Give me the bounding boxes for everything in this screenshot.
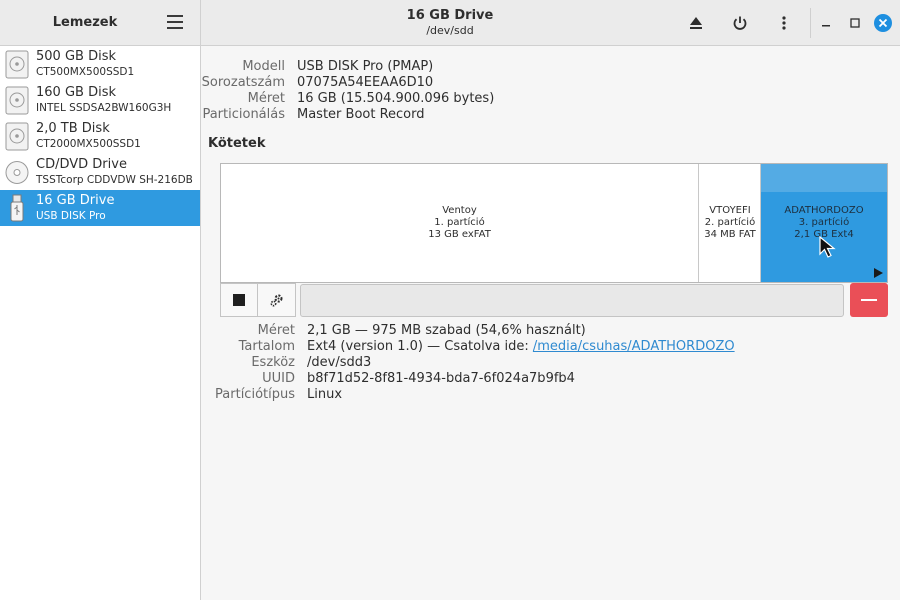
disk-name: 160 GB Disk [36,85,116,100]
delete-partition-button[interactable] [850,283,888,317]
disk-model: USB DISK Pro [36,210,106,222]
disk-model: CT500MX500SSD1 [36,66,135,78]
minimize-icon [822,25,830,27]
close-icon [874,14,892,32]
power-off-button[interactable] [728,11,752,35]
disk-list: 500 GB Disk CT500MX500SSD1 160 GB Disk I… [0,46,200,226]
volumes-map: Ventoy 1. partíció 13 GB exFAT VTOYEFI 2… [220,163,888,283]
drive-title: 16 GB Drive [406,8,494,23]
optical-disc-icon [5,161,29,184]
disk-name: CD/DVD Drive [36,157,127,172]
vol-parttype-value: Linux [307,387,343,402]
vol-content-label: Tartalom [238,339,295,354]
eject-icon [690,17,702,29]
disk-item-160gb[interactable]: 160 GB Disk INTEL SSDSA2BW160G3H [0,82,200,118]
partition-name: Ventoy [442,205,477,216]
disk-name: 16 GB Drive [36,193,115,208]
partition-index: 3. partíció [798,217,850,228]
volumes-heading: Kötetek [208,136,266,151]
minimize-button[interactable] [814,11,838,35]
disk-name: 2,0 TB Disk [36,121,110,136]
unmount-button[interactable] [221,284,258,316]
volume-toolbar [220,283,296,317]
partition-index: 2. partíció [704,217,756,228]
vol-uuid-value: b8f71d52-8f81-4934-bda7-6f024a7b9fb4 [307,371,575,386]
volume-usage-bar [300,284,844,317]
vol-parttype-label: Partíciótípus [215,387,295,402]
partition-usage-shade [761,164,887,192]
mounted-play-icon [874,268,883,278]
partition-vtoyefi[interactable]: VTOYEFI 2. partíció 34 MB FAT [700,164,761,282]
more-vertical-icon [782,16,786,30]
usb-drive-icon [10,194,24,222]
disk-model: TSSTcorp CDDVDW SH-216DB [36,174,193,186]
model-value: USB DISK Pro (PMAP) [297,59,434,74]
vol-device-label: Eszköz [251,355,295,370]
model-label: Modell [242,59,285,74]
vol-device-value: /dev/sdd3 [307,355,372,370]
header-separator [810,8,811,38]
partition-name: VTOYEFI [709,205,751,216]
eject-button[interactable] [684,11,708,35]
hamburger-menu-icon[interactable] [167,15,183,29]
vol-content-value: Ext4 (version 1.0) — Csatolva ide: /medi… [307,339,735,354]
partition-index: 1. partíció [434,217,485,228]
size-label: Méret [247,91,285,106]
serial-value: 07075A54EEAA6D10 [297,75,434,90]
vol-uuid-label: UUID [262,371,295,386]
close-button[interactable] [871,11,895,35]
hard-disk-icon [5,86,29,115]
partition-size: 13 GB exFAT [428,229,491,240]
minus-icon [861,299,877,301]
stop-icon [233,294,245,306]
sidebar-title: Lemezek [52,15,118,30]
partitioning-label: Particionálás [202,107,285,122]
power-icon [733,16,747,30]
disk-item-16gb-usb[interactable]: 16 GB Drive USB DISK Pro [0,190,200,226]
partition-size: 34 MB FAT [704,229,756,240]
disk-item-2tb[interactable]: 2,0 TB Disk CT2000MX500SSD1 [0,118,200,154]
volume-settings-button[interactable] [258,284,295,316]
disk-model: INTEL SSDSA2BW160G3H [36,102,172,114]
partition-name: ADATHORDOZO [784,205,864,216]
drive-menu-button[interactable] [772,11,796,35]
disk-name: 500 GB Disk [36,49,116,64]
maximize-icon [850,18,860,28]
hard-disk-icon [5,50,29,79]
partition-adathordozo[interactable]: ADATHORDOZO 3. partíció 2,1 GB Ext4 [761,164,887,282]
drive-device-path: /dev/sdd [426,24,474,37]
vol-content-prefix: Ext4 (version 1.0) — Csatolva ide: [307,339,529,354]
maximize-button[interactable] [843,11,867,35]
gears-icon [269,294,282,307]
vol-size-label: Méret [257,323,295,338]
mount-point-link[interactable]: /media/csuhas/ADATHORDOZO [533,339,735,354]
disk-item-cd-dvd[interactable]: CD/DVD Drive TSSTcorp CDDVDW SH-216DB [0,154,200,190]
disk-item-500gb[interactable]: 500 GB Disk CT500MX500SSD1 [0,46,200,82]
partitioning-value: Master Boot Record [297,107,425,122]
header-bar: 16 GB Drive /dev/sdd [201,0,900,46]
sidebar-header: Lemezek [0,0,200,46]
disk-model: CT2000MX500SSD1 [36,138,141,150]
serial-label: Sorozatszám [201,75,285,90]
vol-size-value: 2,1 GB — 975 MB szabad (54,6% használt) [307,323,586,338]
mouse-cursor-icon [819,236,836,258]
partition-ventoy[interactable]: Ventoy 1. partíció 13 GB exFAT [221,164,699,282]
hard-disk-icon [5,122,29,151]
size-value: 16 GB (15.504.900.096 bytes) [297,91,495,106]
disk-sidebar: Lemezek 500 GB Disk CT500MX500SSD1 160 G… [0,0,201,600]
